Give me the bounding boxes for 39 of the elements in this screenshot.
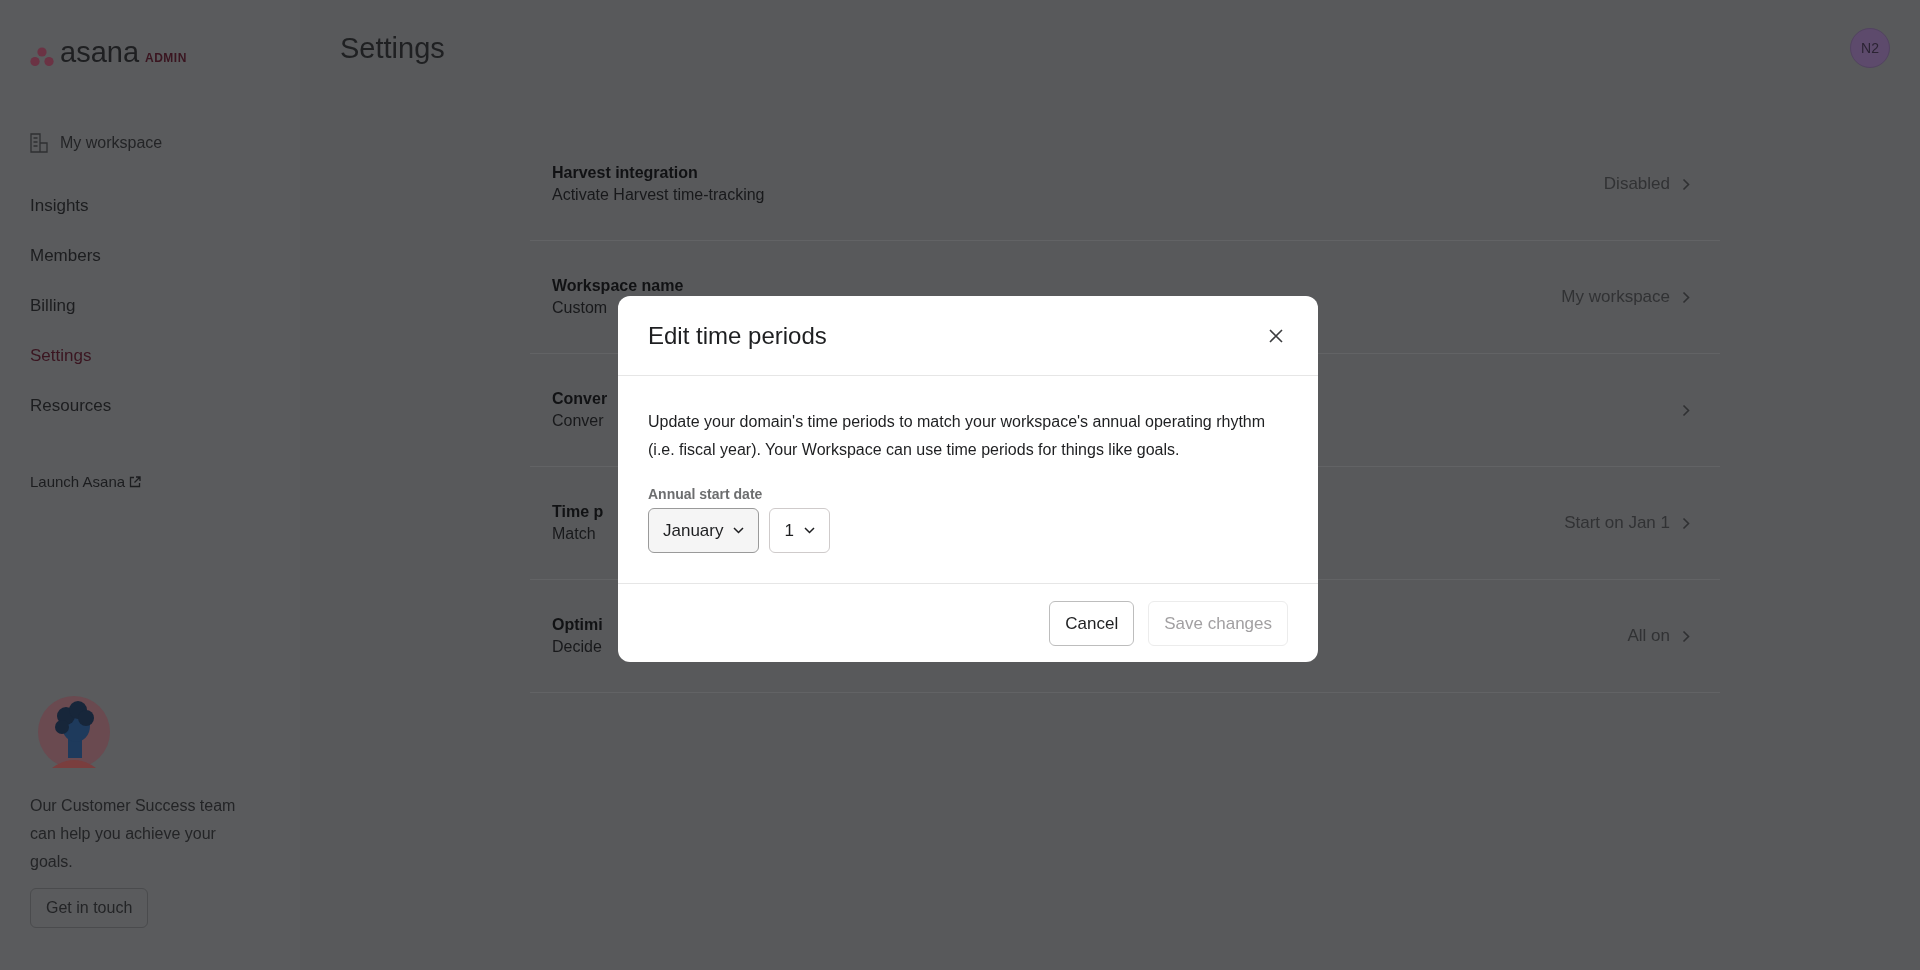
person-illustration <box>38 696 110 768</box>
row-subtitle: Conver <box>552 412 605 430</box>
chevron-down-icon <box>733 527 745 534</box>
page-title: Settings <box>340 31 445 65</box>
nav-item[interactable]: Members <box>30 241 270 271</box>
date-select[interactable]: 1 <box>769 508 830 553</box>
nav-item[interactable]: Resources <box>30 391 270 421</box>
chevron-right-icon <box>1682 629 1690 643</box>
date-select[interactable]: January <box>648 508 760 553</box>
nav-item[interactable]: Billing <box>30 291 270 321</box>
nav-item[interactable]: Settings <box>30 341 270 371</box>
user-avatar[interactable]: N2 <box>1850 28 1890 68</box>
chevron-right-icon <box>1682 516 1690 530</box>
row-subtitle: Activate Harvest time-tracking <box>552 186 765 204</box>
admin-label: ADMIN <box>145 51 187 65</box>
logo-icon <box>30 47 54 67</box>
chevron-right-icon <box>1682 177 1690 191</box>
row-subtitle: Decide <box>552 638 603 656</box>
close-icon <box>1268 327 1284 344</box>
row-title: Time p <box>552 503 604 521</box>
launch-link[interactable]: Launch Asana <box>30 473 270 490</box>
chevron-right-icon <box>1682 290 1690 304</box>
building-icon <box>30 133 48 153</box>
logo-wordmark: asana <box>60 38 139 67</box>
workspace-name[interactable]: My workspace <box>60 134 163 152</box>
dialog-title: Edit time periods <box>648 321 827 350</box>
field-label: Annual start date <box>648 486 764 502</box>
nav-item[interactable]: Insights <box>30 191 270 221</box>
dialog-button[interactable]: Cancel <box>1049 601 1135 646</box>
chevron-down-icon <box>803 527 815 534</box>
row-title: Workspace name <box>552 277 684 295</box>
row-subtitle: Custom <box>552 299 609 317</box>
chevron-right-icon <box>1682 403 1690 417</box>
dialog-description: Update your domain's time periods to match your workspace's annual operating rhythm (i.e. fiscal year). Your Workspace can use time periods for things like goals. <box>648 412 1267 460</box>
external-link-icon <box>129 475 142 488</box>
row-subtitle: Match <box>552 525 597 543</box>
row-title: Optimi <box>552 616 603 634</box>
row-title: Conver <box>552 390 608 408</box>
row-title: Harvest integration <box>552 164 699 182</box>
